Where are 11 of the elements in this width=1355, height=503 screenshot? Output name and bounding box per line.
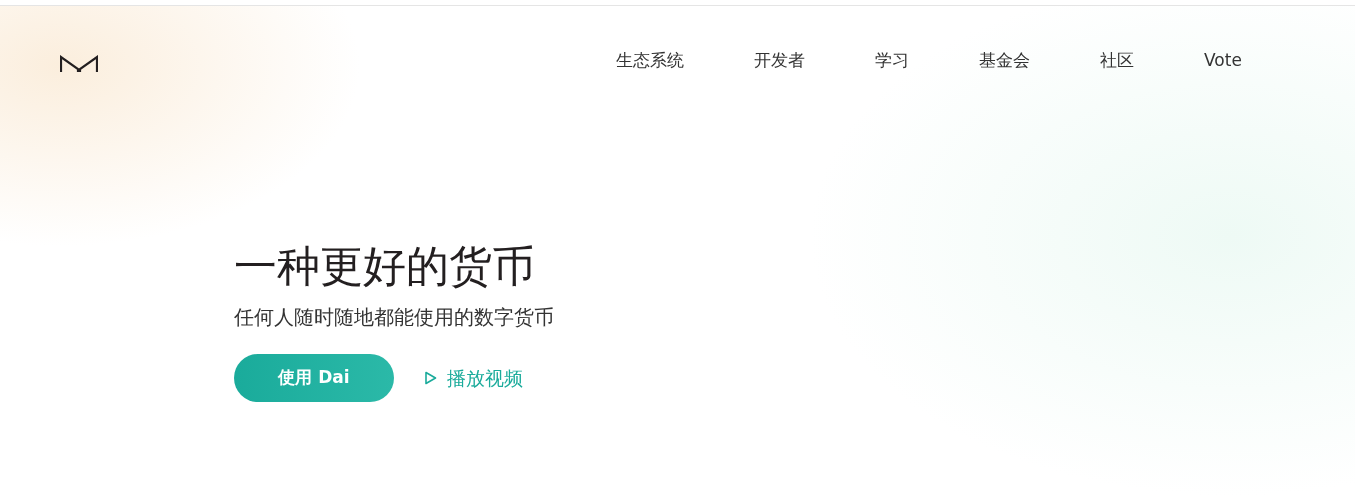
- play-video-label: 播放视频: [447, 365, 523, 391]
- nav-link[interactable]: Vote: [1204, 48, 1242, 74]
- play-icon: [424, 371, 437, 385]
- hero-subtitle: 任何人随时随地都能使用的数字货币: [234, 304, 555, 331]
- nav-link[interactable]: 学习: [875, 48, 909, 74]
- logo-icon[interactable]: [60, 55, 98, 73]
- nav-link[interactable]: 基金会: [979, 48, 1030, 74]
- nav-link[interactable]: 开发者: [754, 48, 805, 74]
- hero-title: 一种更好的货币: [234, 240, 536, 292]
- nav-link[interactable]: 社区: [1100, 48, 1134, 74]
- nav-link[interactable]: 生态系统: [616, 48, 684, 74]
